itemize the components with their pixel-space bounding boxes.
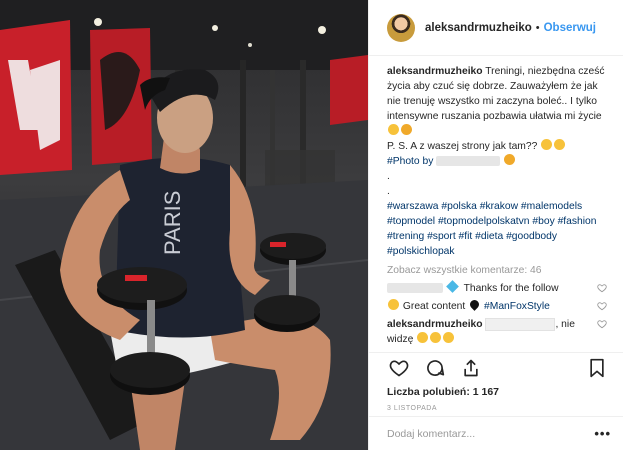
comment-icon [427, 360, 445, 376]
header-username[interactable]: aleksandrmuzheiko [425, 22, 532, 34]
sunglasses-emoji-icon [388, 124, 399, 135]
redacted-mention [436, 156, 501, 167]
comment-row: aleksandrmuzheiko , nie widzę [387, 317, 613, 347]
caption-dot: . [387, 186, 390, 197]
follow-button[interactable]: Obserwuj [544, 22, 596, 34]
caption-dot: . [387, 171, 390, 182]
black-heart-icon [468, 298, 482, 311]
grin-emoji-icon [541, 139, 553, 150]
grin-emoji-icon [430, 332, 442, 343]
avatar[interactable] [387, 13, 415, 42]
grin-emoji-icon [417, 332, 429, 343]
redacted-text [485, 317, 556, 331]
view-all-comments-link[interactable]: Zobacz wszystkie komentarze: 46 [387, 263, 613, 278]
grin-emoji-icon [554, 139, 566, 150]
post-header: aleksandrmuzheiko • Obserwuj [369, 0, 623, 56]
bookmark-icon [590, 358, 604, 378]
comment-hashtag[interactable]: #ManFoxStyle [484, 301, 550, 312]
comment-row: Thanks for the follow [387, 280, 613, 296]
grin-emoji-icon [443, 332, 455, 343]
action-icons [387, 353, 611, 383]
instagram-post-modal: PARIS aleksandrmuzheiko • Obserwuj aleks… [0, 0, 623, 450]
caption: aleksandrmuzheiko Treningi, niezbędna cz… [387, 64, 613, 259]
comment-username[interactable]: aleksandrmuzheiko [387, 319, 483, 330]
more-options-icon[interactable]: ••• [594, 426, 611, 441]
redacted-username [387, 283, 443, 294]
save-button[interactable] [585, 356, 609, 380]
clap-emoji-icon [401, 124, 412, 135]
share-icon [464, 359, 478, 377]
gem-emoji-icon [446, 280, 459, 293]
share-button[interactable] [459, 356, 483, 380]
gym-photo-illustration: PARIS [0, 0, 368, 450]
small-heart-icon[interactable] [597, 301, 607, 311]
small-heart-icon[interactable] [597, 283, 607, 293]
likes-count[interactable]: Liczba polubień: 1 167 [387, 386, 611, 398]
hands-emoji-icon [388, 299, 399, 310]
comment-text: Thanks for the follow [463, 283, 559, 294]
small-heart-icon[interactable] [597, 319, 607, 329]
comment-button[interactable] [423, 356, 447, 380]
heart-icon [389, 360, 409, 377]
post-actions: Liczba polubień: 1 167 3 LISTOPADA [369, 352, 623, 412]
comment-text: Great content [402, 301, 466, 312]
flex-emoji-icon [504, 154, 516, 165]
post-date: 3 LISTOPADA [387, 405, 437, 412]
post-photo[interactable]: PARIS [0, 0, 368, 450]
add-comment-bar: ••• [369, 416, 623, 450]
post-details-panel: aleksandrmuzheiko • Obserwuj aleksandrmu… [368, 0, 623, 450]
header-separator: • [535, 21, 540, 34]
like-button[interactable] [387, 356, 411, 380]
comment-row: Great content #ManFoxStyle [387, 298, 613, 314]
comments-list[interactable]: aleksandrmuzheiko Treningi, niezbędna cz… [387, 64, 613, 350]
caption-hashtags[interactable]: #warszawa #polska #krakow #malemodels #t… [387, 201, 597, 257]
caption-username[interactable]: aleksandrmuzheiko [387, 66, 483, 77]
svg-text:PARIS: PARIS [160, 191, 185, 255]
comment-input[interactable] [387, 427, 595, 440]
caption-question: P. S. A z waszej strony jak tam?? [387, 141, 538, 152]
photo-by-tag[interactable]: #Photo by [387, 156, 433, 167]
